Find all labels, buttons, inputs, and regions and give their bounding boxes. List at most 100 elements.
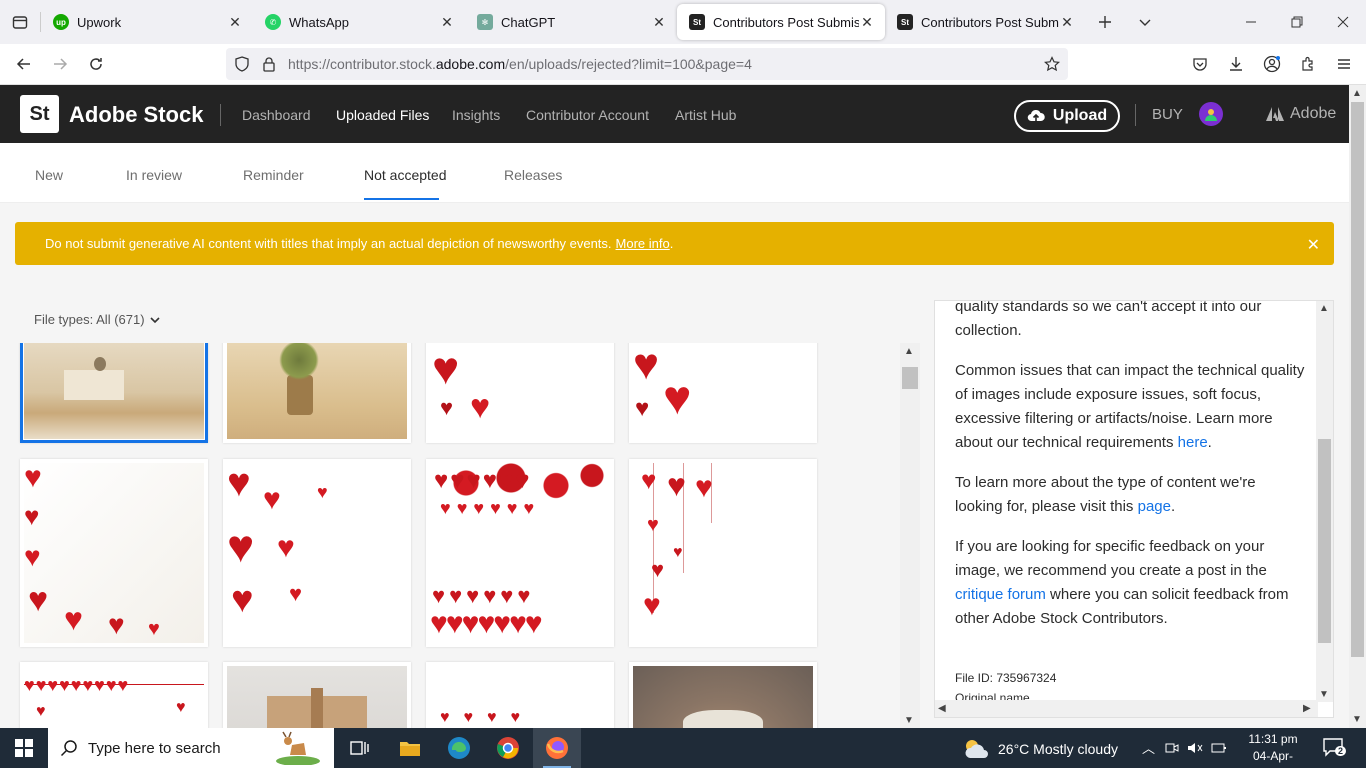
close-tab-icon[interactable]: ✕ [651,14,667,31]
thumbnail-hearts-garland[interactable]: ♥♥♥♥♥♥♥♥♥ ♥ ♥ [20,662,208,728]
adobe-label: Adobe [1290,105,1337,122]
speaker-muted-icon[interactable] [1187,741,1203,755]
scroll-left-icon[interactable]: ◀ [938,703,946,714]
page-scrollbar[interactable]: ▲ ▼ [1349,85,1366,728]
scroll-down-icon[interactable]: ▼ [1352,714,1362,725]
account-button[interactable] [1254,48,1290,80]
detail-horizontal-scrollbar[interactable]: ◀ ▶ [935,700,1318,717]
tab-contributors-1[interactable]: St Contributors Post Submission ✕ [677,4,885,40]
nav-artist-hub[interactable]: Artist Hub [675,107,736,123]
file-explorer-button[interactable] [386,728,434,768]
tab-new[interactable]: New [35,167,63,183]
scroll-down-icon[interactable]: ▼ [904,715,914,726]
nav-contributor-account[interactable]: Contributor Account [526,107,649,123]
task-view-button[interactable] [336,728,384,768]
avatar[interactable] [1199,102,1223,126]
thumbnail-hands-gift[interactable] [629,662,817,728]
file-types-dropdown[interactable]: File types: All (671) [34,312,160,327]
tab-in-review[interactable]: In review [126,167,182,183]
lock-icon[interactable] [262,56,276,72]
thumbnail-hearts-1[interactable]: ♥ ♥ ♥ [426,343,614,443]
nav-uploaded-files[interactable]: Uploaded Files [336,107,429,123]
menu-button[interactable] [1326,48,1362,80]
critique-forum-link[interactable]: critique forum [955,586,1046,603]
more-info-link[interactable]: More info [616,236,670,251]
tab-chatgpt[interactable]: ✻ ChatGPT ✕ [465,4,677,40]
thumbnail-hearts-5[interactable]: ♥♥♥♥♥♥ ♥♥♥♥♥♥ ♥♥♥♥♥♥ ♥♥♥♥♥♥♥ [426,459,614,647]
shield-icon[interactable] [234,56,250,72]
forward-button[interactable] [42,48,78,80]
close-tab-icon[interactable]: ✕ [1059,14,1075,31]
tab-contributors-2[interactable]: St Contributors Post Submission ✕ [885,4,1085,40]
notification-center-button[interactable]: 2 [1322,737,1347,759]
start-button[interactable] [0,728,48,768]
url-bar[interactable]: https://contributor.stock.adobe.com/en/u… [226,48,1068,80]
thumbnail-hearts-4[interactable]: ♥ ♥ ♥ ♥ ♥ ♥ ♥ [223,459,411,647]
clock[interactable]: 11:31 pm 04-Apr-2024 [1240,731,1306,768]
grid-scrollbar[interactable]: ▲ ▼ [900,343,920,728]
technical-requirements-link[interactable]: here [1178,434,1208,451]
close-tab-icon[interactable]: ✕ [859,14,875,31]
banner-text: Do not submit generative AI content with… [45,236,612,251]
back-button[interactable] [6,48,42,80]
close-tab-icon[interactable]: ✕ [227,14,243,31]
extensions-button[interactable] [1290,48,1326,80]
show-hidden-icons-icon[interactable]: ︿ [1142,738,1155,757]
firefox-button[interactable] [533,728,581,768]
thumbnail-room-1[interactable] [20,343,208,443]
clock-time: 11:31 pm [1248,732,1298,746]
grid-scroll-thumb[interactable] [902,367,918,389]
tab-whatsapp[interactable]: ✆ WhatsApp ✕ [253,4,465,40]
tab-reminder[interactable]: Reminder [243,167,304,183]
close-window-button[interactable] [1320,4,1366,40]
detail-paragraph-1: quality standards so we can't accept it … [955,300,1262,339]
edge-button[interactable] [435,728,483,768]
network-icon[interactable] [1211,741,1227,755]
thumbnail-hearts-7[interactable]: ♥♥♥♥ [426,662,614,728]
scroll-up-icon[interactable]: ▲ [1352,88,1362,99]
downloads-button[interactable] [1218,48,1254,80]
upload-button[interactable]: Upload [1014,100,1120,132]
thumbnail-room-2[interactable] [223,343,411,443]
close-tab-icon[interactable]: ✕ [439,14,455,31]
brand-name[interactable]: Adobe Stock [69,102,203,128]
nav-dashboard[interactable]: Dashboard [242,107,311,123]
thumbnail-gift-box[interactable] [223,662,411,728]
scroll-down-icon[interactable]: ▼ [1319,689,1329,700]
scroll-up-icon[interactable]: ▲ [904,346,914,357]
pocket-button[interactable] [1182,48,1218,80]
thumbnail-hearts-2[interactable]: ♥ ♥ ♥ [629,343,817,443]
detail-vertical-scrollbar[interactable]: ▲ ▼ [1316,301,1333,702]
tab-overview-button[interactable] [0,0,40,44]
reload-button[interactable] [78,48,114,80]
scroll-right-icon[interactable]: ▶ [1303,703,1311,714]
warning-banner: Do not submit generative AI content with… [15,222,1334,265]
minimize-button[interactable] [1228,4,1274,40]
thumbnail-hearts-6[interactable]: ♥ ♥ ♥ ♥ ♥ ♥ ♥ [629,459,817,647]
detail-scroll-thumb[interactable] [1318,439,1331,643]
tab-not-accepted[interactable]: Not accepted [364,167,447,183]
content-page-link[interactable]: page [1138,498,1171,515]
new-tab-button[interactable] [1085,4,1125,40]
page-scroll-thumb[interactable] [1351,102,1364,657]
taskbar-search[interactable]: Type here to search [48,728,334,768]
scroll-up-icon[interactable]: ▲ [1319,303,1329,314]
adobe-link[interactable]: Adobe [1266,105,1336,123]
buy-link[interactable]: BUY [1152,106,1183,123]
tab-upwork[interactable]: up Upwork ✕ [41,4,253,40]
nav-insights[interactable]: Insights [452,107,500,123]
meet-now-icon[interactable] [1165,741,1179,755]
list-all-tabs-button[interactable] [1125,4,1165,40]
tab-releases[interactable]: Releases [504,167,562,183]
adobe-stock-logo[interactable]: St [20,95,59,133]
notification-count: 2 [1335,746,1347,756]
chrome-button[interactable] [484,728,532,768]
tab-title: WhatsApp [289,14,349,30]
chrome-icon [497,737,519,759]
bookmark-star-icon[interactable] [1044,56,1060,72]
close-banner-icon[interactable]: ✕ [1307,235,1320,255]
chevron-down-icon [150,317,160,324]
weather-widget[interactable]: 26°C Mostly cloudy [962,738,1118,760]
restore-button[interactable] [1274,4,1320,40]
thumbnail-hearts-3[interactable]: ♥ ♥ ♥ ♥ ♥ ♥ ♥ [20,459,208,647]
